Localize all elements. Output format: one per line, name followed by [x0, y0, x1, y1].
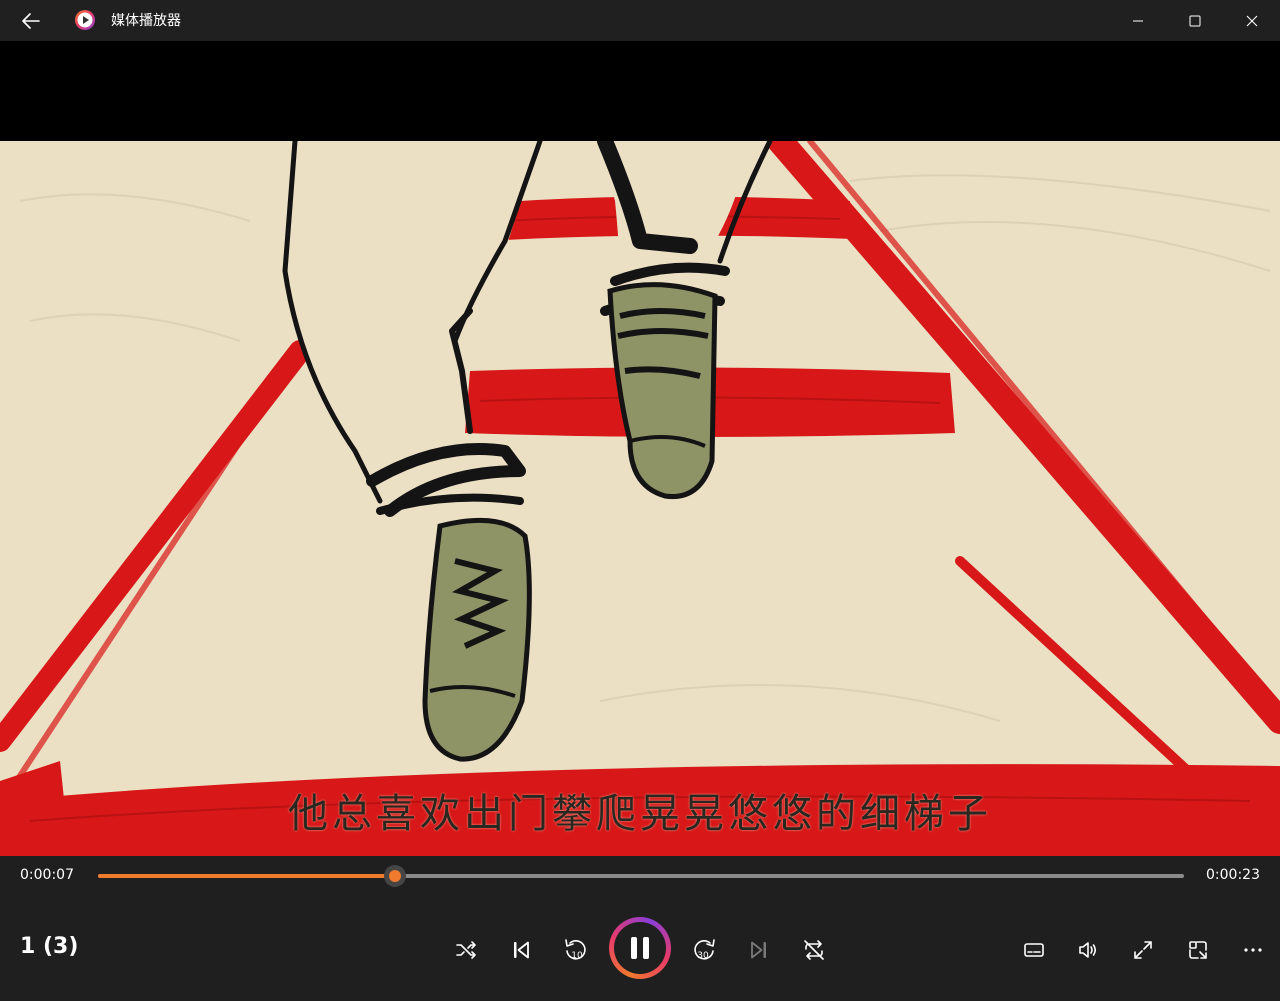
more-options-icon: [1244, 948, 1262, 952]
back-button[interactable]: [16, 8, 46, 34]
media-player-logo-icon: [75, 10, 95, 30]
rewind-button[interactable]: 10: [556, 930, 596, 970]
forward-30-icon: 30: [694, 939, 715, 961]
title-bar: 媒体播放器: [0, 0, 1280, 41]
current-time: 0:00:07: [20, 867, 74, 883]
subtitles-button[interactable]: [1014, 930, 1054, 970]
shuffle-button[interactable]: [446, 930, 486, 970]
queue-position: 1 (3): [20, 934, 79, 959]
close-icon: [1246, 15, 1258, 26]
previous-button[interactable]: [501, 930, 541, 970]
previous-track-icon: [514, 941, 529, 959]
repeat-off-icon: [804, 940, 824, 960]
video-area[interactable]: 他总喜欢出门攀爬晃晃悠悠的细梯子: [0, 41, 1280, 856]
rewind-10-icon: 10: [565, 939, 586, 961]
volume-icon: [1079, 942, 1097, 958]
window-title: 媒体播放器: [111, 13, 181, 29]
seek-thumb[interactable]: [384, 865, 407, 887]
pause-icon: [614, 922, 666, 974]
rewind-seconds-label: 10: [571, 951, 583, 961]
seek-progress: [98, 874, 396, 878]
mini-player-icon: [1189, 941, 1207, 959]
video-frame-illustration: [0, 141, 1280, 856]
volume-button[interactable]: [1068, 930, 1108, 970]
total-time: 0:00:23: [1206, 867, 1260, 883]
video-frame: 他总喜欢出门攀爬晃晃悠悠的细梯子: [0, 141, 1280, 856]
seek-bar[interactable]: [98, 865, 1184, 887]
repeat-button[interactable]: [794, 930, 834, 970]
close-button[interactable]: [1223, 0, 1280, 41]
minimize-icon: [1133, 20, 1143, 21]
fullscreen-icon: [1134, 941, 1152, 959]
next-button[interactable]: [739, 930, 779, 970]
more-options-button[interactable]: [1233, 930, 1273, 970]
subtitles-icon: [1024, 943, 1044, 957]
minimize-button[interactable]: [1109, 0, 1167, 41]
play-pause-button[interactable]: [609, 917, 671, 979]
forward-seconds-label: 30: [697, 951, 709, 961]
mini-player-button[interactable]: [1178, 930, 1218, 970]
next-track-icon: [751, 941, 766, 959]
back-arrow-icon: [22, 13, 40, 29]
shuffle-icon: [456, 941, 476, 959]
maximize-icon: [1189, 15, 1201, 26]
maximize-button[interactable]: [1166, 0, 1224, 41]
subtitle-text: 他总喜欢出门攀爬晃晃悠悠的细梯子: [288, 791, 992, 837]
playback-controls: 0:00:07 0:00:23 1 (3) 10 30: [0, 856, 1280, 1001]
forward-button[interactable]: 30: [684, 930, 724, 970]
fullscreen-button[interactable]: [1123, 930, 1163, 970]
